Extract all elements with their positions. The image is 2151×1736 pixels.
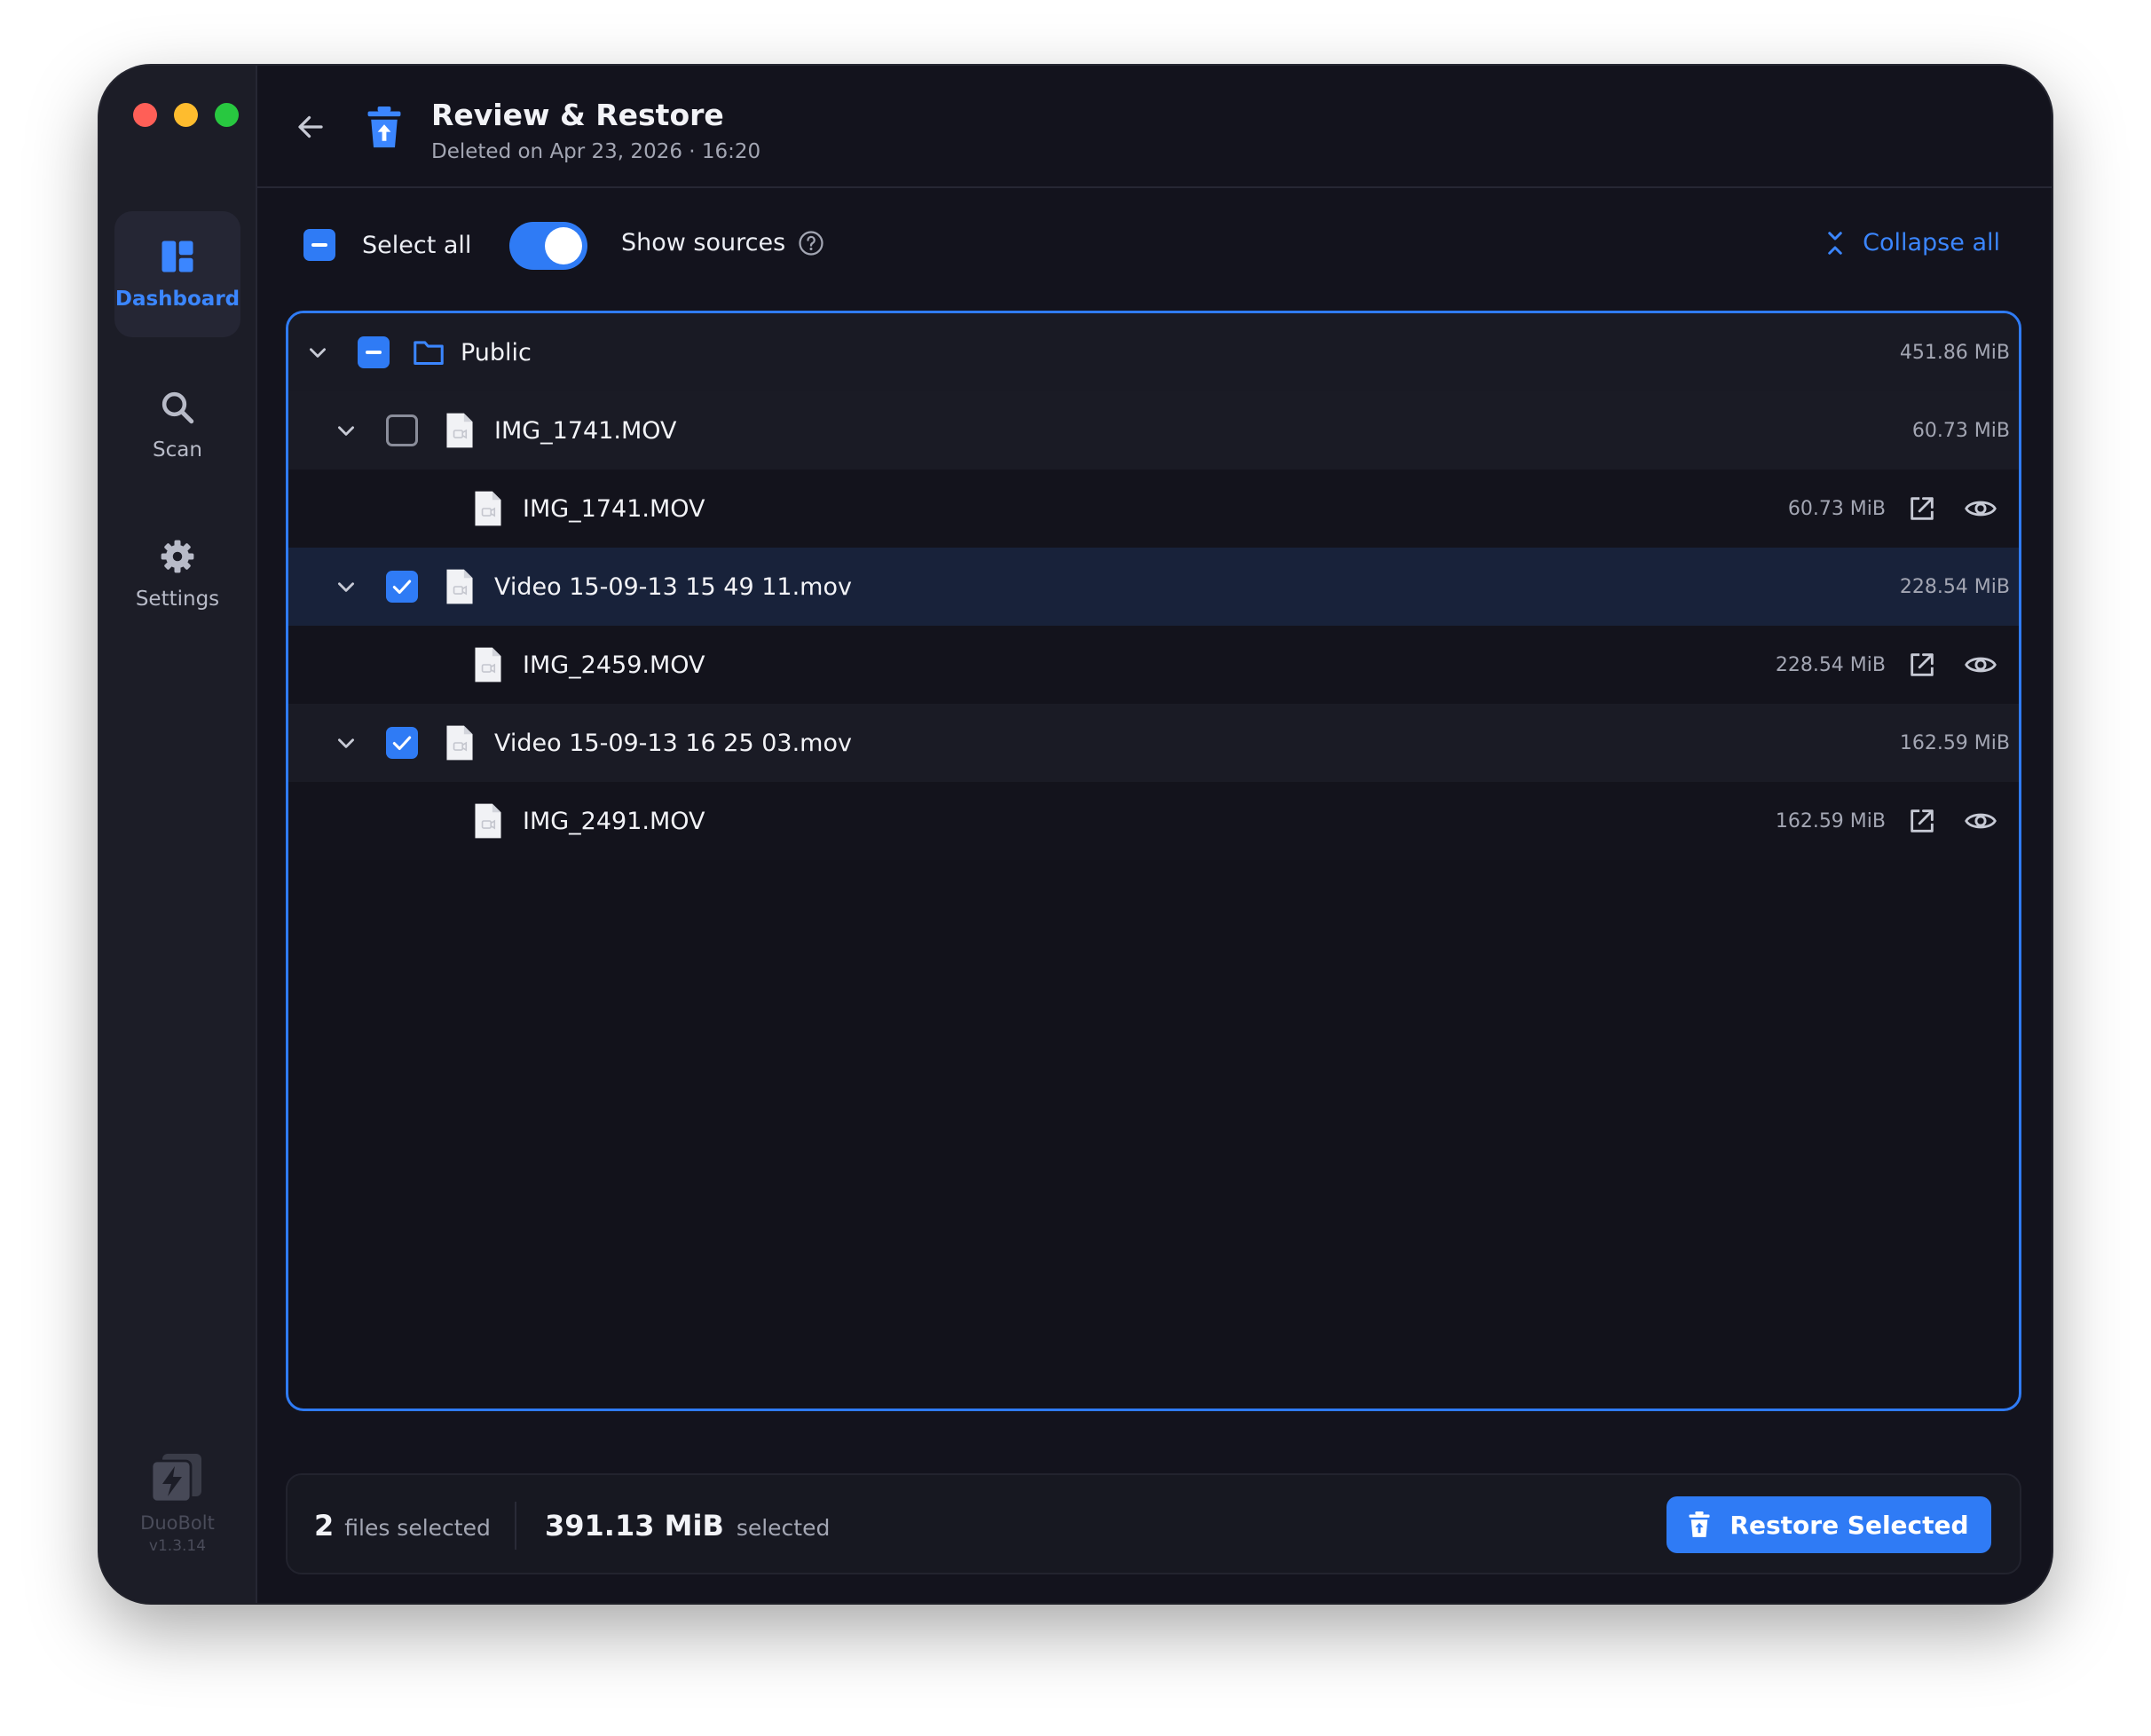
preview-eye-icon[interactable] (1964, 493, 1997, 524)
video-file-icon (475, 491, 501, 526)
page-subtitle: Deleted on Apr 23, 2026 · 16:20 (431, 140, 761, 163)
file-name: Video 15-09-13 15 49 11.mov (494, 572, 852, 601)
collapse-icon (1828, 231, 1842, 255)
file-checkbox[interactable] (386, 571, 418, 603)
footer-divider (515, 1502, 516, 1550)
app-window: Dashboard Scan Settings DuoBolt v1.3.14 … (99, 66, 2052, 1603)
tree-row-source: IMG_2491.MOV 162.59 MiB (288, 782, 2019, 860)
gear-icon (161, 540, 194, 573)
restore-selected-button[interactable]: Restore Selected (1666, 1496, 1991, 1553)
trash-restore-icon (367, 107, 401, 148)
duobolt-logo-icon (150, 1454, 201, 1503)
file-size: 162.59 MiB (1899, 731, 2010, 754)
sidebar-item-scan[interactable]: Scan (114, 362, 240, 488)
show-sources-toggle[interactable] (509, 222, 587, 270)
sidebar: Dashboard Scan Settings DuoBolt v1.3.14 (99, 66, 257, 1603)
file-tree: Public 451.86 MiB IMG_1741.MOV 60.73 MiB (286, 311, 2021, 1411)
selected-count-label: files selected (344, 1515, 491, 1541)
checkmark-icon (392, 736, 412, 751)
checkmark-icon (392, 580, 412, 595)
show-sources-label: Show sources (621, 229, 786, 256)
file-size: 60.73 MiB (1911, 419, 2010, 442)
file-name: Video 15-09-13 16 25 03.mov (494, 729, 852, 757)
tree-row-folder[interactable]: Public 451.86 MiB (288, 313, 2019, 391)
source-file-size: 228.54 MiB (1775, 653, 1886, 676)
sidebar-item-label: Scan (153, 438, 202, 462)
chevron-down-icon[interactable] (335, 575, 358, 598)
source-file-size: 162.59 MiB (1775, 809, 1886, 832)
trash-restore-icon (1689, 1511, 1710, 1537)
minimize-window-button[interactable] (174, 103, 198, 127)
sidebar-item-settings[interactable]: Settings (114, 511, 240, 637)
selected-size-label: selected (736, 1515, 831, 1541)
select-all-checkbox[interactable] (303, 229, 335, 261)
folder-icon (414, 341, 444, 365)
window-controls (133, 103, 239, 127)
folder-checkbox[interactable] (358, 336, 390, 368)
restore-selected-label: Restore Selected (1729, 1510, 1969, 1540)
video-file-icon (475, 647, 501, 683)
search-icon (162, 391, 194, 424)
tree-row-source: IMG_1741.MOV 60.73 MiB (288, 470, 2019, 548)
source-file-name: IMG_2459.MOV (523, 651, 705, 679)
selected-size: 391.13 MiB selected (545, 1509, 830, 1543)
file-name: IMG_1741.MOV (494, 416, 677, 445)
file-size: 228.54 MiB (1899, 575, 2010, 598)
zoom-window-button[interactable] (215, 103, 239, 127)
open-external-icon[interactable] (1907, 806, 1937, 836)
chevron-down-icon[interactable] (335, 731, 358, 754)
preview-eye-icon[interactable] (1964, 650, 1997, 680)
selection-footer: 2 files selected 391.13 MiB selected Res… (286, 1473, 2021, 1574)
source-file-name: IMG_2491.MOV (523, 807, 705, 835)
app-brand: DuoBolt v1.3.14 (99, 1450, 256, 1555)
page-header: Review & Restore Deleted on Apr 23, 2026… (257, 66, 2052, 188)
sidebar-item-label: Dashboard (114, 288, 240, 311)
help-icon[interactable] (798, 230, 824, 256)
dashboard-icon (162, 241, 193, 272)
tree-row-source: IMG_2459.MOV 228.54 MiB (288, 626, 2019, 704)
video-file-icon (446, 569, 473, 604)
select-all-label: Select all (362, 231, 472, 259)
collapse-all-button[interactable]: Collapse all (1824, 229, 2000, 256)
open-external-icon[interactable] (1907, 650, 1937, 680)
back-arrow-icon[interactable] (295, 111, 327, 143)
page-title: Review & Restore (431, 98, 724, 132)
tree-row-file[interactable]: IMG_1741.MOV 60.73 MiB (288, 391, 2019, 470)
file-checkbox[interactable] (386, 727, 418, 759)
tree-row-file[interactable]: Video 15-09-13 15 49 11.mov 228.54 MiB (288, 548, 2019, 626)
chevron-down-icon[interactable] (335, 419, 358, 442)
folder-size: 451.86 MiB (1899, 341, 2010, 364)
open-external-icon[interactable] (1907, 493, 1937, 524)
selected-size-value: 391.13 MiB (545, 1509, 724, 1543)
chevron-down-icon[interactable] (306, 341, 329, 364)
app-name: DuoBolt (140, 1512, 215, 1534)
video-file-icon (446, 413, 473, 448)
selected-count: 2 files selected (314, 1509, 491, 1543)
folder-name: Public (461, 338, 532, 367)
collapse-all-label: Collapse all (1863, 229, 2000, 256)
preview-eye-icon[interactable] (1964, 806, 1997, 836)
toolbar: Select all Show sources Collapse all (303, 217, 2000, 273)
video-file-icon (475, 803, 501, 839)
file-checkbox[interactable] (386, 414, 418, 446)
tree-row-file[interactable]: Video 15-09-13 16 25 03.mov 162.59 MiB (288, 704, 2019, 782)
video-file-icon (446, 725, 473, 761)
show-sources-control: Show sources (621, 229, 824, 256)
close-window-button[interactable] (133, 103, 157, 127)
source-file-name: IMG_1741.MOV (523, 494, 705, 523)
select-all-control[interactable]: Select all (303, 229, 471, 261)
selected-count-value: 2 (314, 1509, 335, 1543)
source-file-size: 60.73 MiB (1787, 497, 1886, 520)
toggle-knob (545, 227, 582, 264)
app-version: v1.3.14 (148, 1537, 207, 1555)
sidebar-item-label: Settings (135, 588, 220, 611)
sidebar-item-dashboard[interactable]: Dashboard (114, 211, 240, 337)
